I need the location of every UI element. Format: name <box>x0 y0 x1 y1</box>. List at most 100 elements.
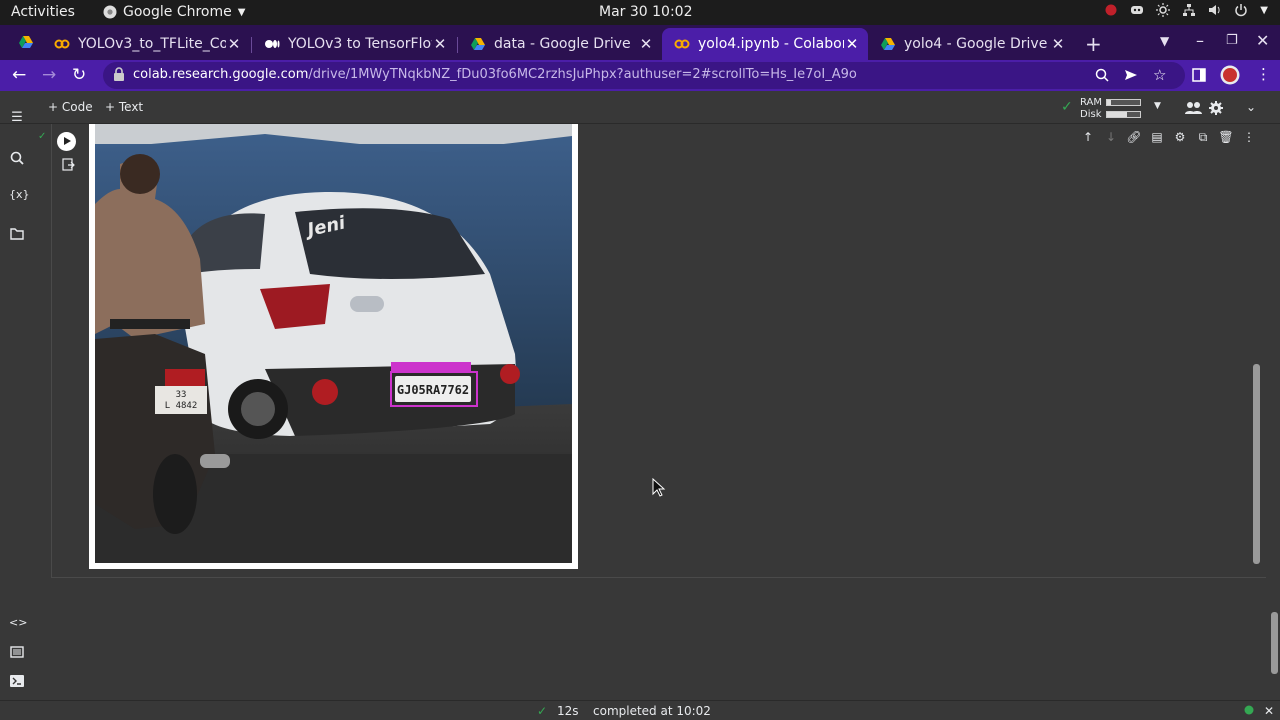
terminal-icon[interactable] <box>9 675 25 687</box>
power-icon[interactable] <box>1234 3 1248 17</box>
bike-plate-line-1: 33 <box>176 390 187 400</box>
app-name: Google Chrome <box>123 4 232 20</box>
chevron-down-icon[interactable]: ▼ <box>1260 5 1268 16</box>
chrome-icon <box>103 5 117 19</box>
activities-button[interactable]: Activities <box>11 4 75 20</box>
tab-label: yolo4.ipynb - Colabora <box>698 36 844 52</box>
url-path: /drive/1MWyTNqkbNZ_fDu03fo6MC2rzhsJuPhpx… <box>308 67 857 82</box>
files-folder-icon[interactable] <box>9 228 25 240</box>
network-icon[interactable] <box>1182 3 1196 17</box>
cell-toolbar: ↑ ↓ 🔗︎ ▤ ⚙ ⧉ 🗑︎ ⋮ <box>1080 130 1257 145</box>
tab-yolov3-tensorflow[interactable]: YOLOv3 to TensorFlow ✕ <box>252 28 456 60</box>
ram-bar-fill <box>1107 99 1111 105</box>
detection-label-tag <box>391 362 471 373</box>
bike-plate-line-2: L 4842 <box>165 401 198 411</box>
side-panel-icon[interactable] <box>1192 68 1206 82</box>
tab-label: YOLOv3_to_TFLite_Co <box>78 36 226 52</box>
close-tab-icon[interactable]: ✕ <box>638 35 654 53</box>
mouse-pointer-icon <box>652 478 666 497</box>
tab-list-chevron-icon[interactable]: ▼ <box>1160 34 1169 48</box>
mirror-cell-icon[interactable]: ⧉ <box>1195 130 1211 145</box>
add-code-button[interactable]: + Code <box>48 100 93 114</box>
status-bar: ✓ 12s completed at 10:02 ✕ <box>0 700 1280 720</box>
cell-more-icon[interactable]: ⋮ <box>1241 130 1257 145</box>
close-tab-icon[interactable]: ✕ <box>226 35 242 53</box>
chevron-down-icon: ▼ <box>237 6 246 18</box>
colab-toolbar: + Code + Text ✓ RAM Disk ▼ ⌄ <box>0 91 1280 124</box>
tab-search-drive-icon[interactable] <box>18 34 34 50</box>
cell-settings-icon[interactable]: ⚙ <box>1172 130 1188 145</box>
license-plate-text: GJ05RA7762 <box>397 383 469 397</box>
colab-icon <box>674 39 690 49</box>
app-menu[interactable]: Google Chrome ▼ <box>103 4 245 20</box>
system-top-bar: Activities Google Chrome ▼ Mar 30 10:02 … <box>0 0 1280 25</box>
disk-label: Disk <box>1080 108 1102 120</box>
ram-label: RAM <box>1080 96 1103 108</box>
maximize-icon[interactable]: ❐ <box>1226 33 1238 48</box>
add-comment-icon[interactable]: ▤ <box>1149 130 1165 145</box>
medium-icon <box>265 40 280 48</box>
minimize-icon[interactable]: – <box>1196 31 1204 50</box>
left-sidebar: ☰ {x} <> <box>0 110 33 700</box>
disk-bar <box>1106 110 1141 118</box>
close-status-icon[interactable]: ✕ <box>1264 704 1274 718</box>
send-icon[interactable] <box>1124 68 1138 82</box>
record-icon[interactable] <box>1104 3 1118 17</box>
settings-gear-icon[interactable] <box>1209 101 1223 115</box>
output-scrollbar[interactable] <box>1253 364 1260 564</box>
navigation-bar: ← → ↻ colab.research.google.com/drive/1M… <box>0 60 1280 91</box>
tab-data-google-drive[interactable]: data - Google Drive ✕ <box>458 28 662 60</box>
code-snippets-icon[interactable]: <> <box>9 616 27 629</box>
profile-avatar[interactable] <box>1220 65 1240 85</box>
link-to-cell-icon[interactable]: 🔗︎ <box>1126 130 1142 145</box>
volume-icon[interactable] <box>1208 3 1222 17</box>
cell-run-status-check-icon: ✓ <box>38 131 47 142</box>
close-window-icon[interactable]: ✕ <box>1256 31 1269 50</box>
system-tray[interactable]: ▼ <box>1104 3 1268 17</box>
connected-check-icon: ✓ <box>1061 99 1073 115</box>
back-icon[interactable]: ← <box>12 65 26 85</box>
address-bar[interactable]: colab.research.google.com/drive/1MWyTNqk… <box>103 62 1185 89</box>
resources-chevron-icon[interactable]: ▼ <box>1154 101 1161 111</box>
url-host: colab.research.google.com <box>133 67 309 82</box>
lock-icon[interactable] <box>113 67 125 81</box>
tab-label: data - Google Drive <box>494 36 631 52</box>
collapse-header-icon[interactable]: ⌄ <box>1246 100 1256 114</box>
resources-indicator[interactable]: RAM Disk <box>1080 96 1141 120</box>
bookmark-star-icon[interactable]: ☆ <box>1153 66 1166 84</box>
ram-bar <box>1106 98 1141 106</box>
discord-icon[interactable] <box>1130 3 1144 17</box>
close-tab-icon[interactable]: ✕ <box>1050 35 1066 53</box>
tab-yolov3-tflite[interactable]: YOLOv3_to_TFLite_Co ✕ <box>42 28 250 60</box>
output-options-icon[interactable] <box>62 158 75 171</box>
add-text-button[interactable]: + Text <box>105 100 143 114</box>
tab-label: yolo4 - Google Drive <box>904 36 1048 52</box>
disk-bar-fill <box>1107 111 1128 117</box>
kebab-menu-icon[interactable]: ⋮ <box>1256 65 1271 83</box>
notebook-scrollbar[interactable] <box>1271 612 1278 674</box>
reload-icon[interactable]: ↻ <box>72 65 86 85</box>
new-tab-icon[interactable]: + <box>1085 32 1102 56</box>
run-cell-button[interactable] <box>57 132 76 151</box>
close-tab-icon[interactable]: ✕ <box>844 35 860 53</box>
command-palette-icon[interactable] <box>9 646 25 658</box>
colab-icon <box>54 39 70 49</box>
table-of-contents-icon[interactable]: ☰ <box>9 110 25 125</box>
status-check-icon: ✓ <box>537 704 548 718</box>
tab-yolo4-colab[interactable]: yolo4.ipynb - Colabora ✕ <box>662 28 868 60</box>
delete-cell-icon[interactable]: 🗑︎ <box>1218 130 1234 145</box>
url-text[interactable]: colab.research.google.com/drive/1MWyTNqk… <box>133 67 857 82</box>
search-icon[interactable] <box>9 151 25 165</box>
variables-icon[interactable]: {x} <box>9 188 30 201</box>
zoom-icon[interactable] <box>1095 68 1109 82</box>
move-cell-down-icon[interactable]: ↓ <box>1103 130 1119 145</box>
clock[interactable]: Mar 30 10:02 <box>599 4 692 20</box>
brightness-icon[interactable] <box>1156 3 1171 17</box>
close-tab-icon[interactable]: ✕ <box>432 35 448 53</box>
forward-icon[interactable]: → <box>42 65 56 85</box>
move-cell-up-icon[interactable]: ↑ <box>1080 130 1096 145</box>
google-drive-icon <box>881 38 895 50</box>
share-people-icon[interactable] <box>1185 101 1202 114</box>
detection-output-image: Jeni GJ05RA7762 33 L 4842 <box>89 124 578 569</box>
tab-yolo4-google-drive[interactable]: yolo4 - Google Drive ✕ <box>868 28 1074 60</box>
